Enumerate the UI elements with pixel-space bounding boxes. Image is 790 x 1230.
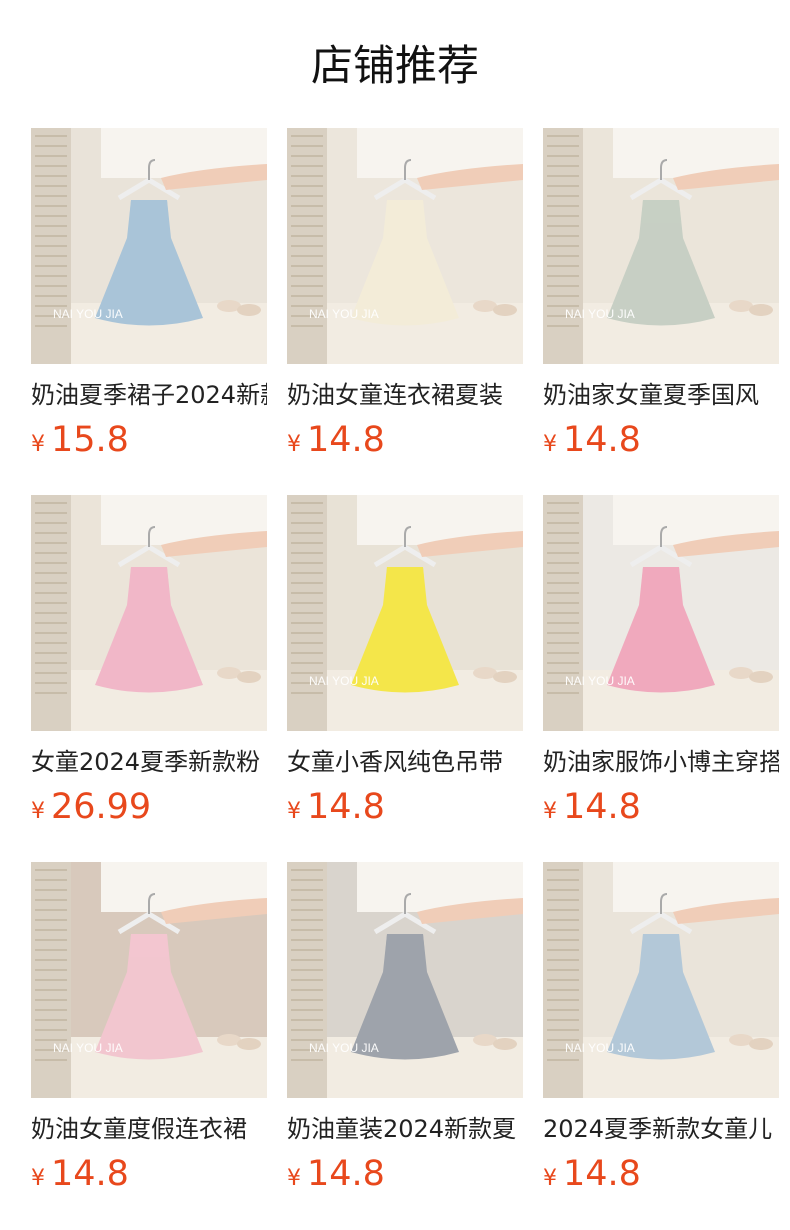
- product-price: ¥14.8: [543, 420, 779, 460]
- product-price: ¥14.8: [543, 1154, 779, 1194]
- price-value: 14.8: [563, 420, 641, 460]
- currency-symbol: ¥: [543, 432, 557, 457]
- watermark-text: NAI YOU JIA: [565, 1041, 635, 1055]
- price-value: 14.8: [563, 787, 641, 827]
- price-value: 26.99: [51, 787, 152, 827]
- product-image[interactable]: NAI YOU JIA: [287, 495, 523, 731]
- product-card[interactable]: NAI YOU JIA 奶油女童连衣裙夏装 ¥14.8: [287, 128, 523, 495]
- product-price: ¥26.99: [31, 787, 267, 827]
- watermark-text: NAI YOU JIA: [53, 307, 123, 321]
- page-title: 店铺推荐: [310, 41, 479, 90]
- product-grid: NAI YOU JIA 奶油夏季裙子2024新款 ¥15.8 NAI YOU JIA 奶…: [31, 128, 779, 1229]
- product-image[interactable]: NAI YOU JIA: [543, 862, 779, 1098]
- product-name[interactable]: 2024夏季新款女童儿: [543, 1114, 779, 1144]
- product-card[interactable]: NAI YOU JIA 2024夏季新款女童儿 ¥14.8: [543, 862, 779, 1229]
- product-image[interactable]: NAI YOU JIA: [31, 862, 267, 1098]
- price-value: 14.8: [51, 1154, 129, 1194]
- product-image[interactable]: NAI YOU JIA: [543, 495, 779, 731]
- price-value: 14.8: [307, 1154, 385, 1194]
- price-value: 14.8: [307, 787, 385, 827]
- currency-symbol: ¥: [287, 799, 301, 824]
- watermark-text: NAI YOU JIA: [309, 1041, 379, 1055]
- watermark-text: NAI YOU JIA: [53, 1041, 123, 1055]
- product-price: ¥15.8: [31, 420, 267, 460]
- product-price: ¥14.8: [287, 420, 523, 460]
- product-name[interactable]: 女童2024夏季新款粉: [31, 747, 267, 777]
- product-price: ¥14.8: [31, 1154, 267, 1194]
- watermark-text: NAI YOU JIA: [565, 674, 635, 688]
- price-value: 15.8: [51, 420, 129, 460]
- product-image[interactable]: NAI YOU JIA: [31, 128, 267, 364]
- product-price: ¥14.8: [543, 787, 779, 827]
- watermark-text: NAI YOU JIA: [565, 307, 635, 321]
- product-image[interactable]: NAI YOU JIA: [287, 128, 523, 364]
- currency-symbol: ¥: [543, 1166, 557, 1191]
- product-name[interactable]: 女童小香风纯色吊带: [287, 747, 523, 777]
- product-card[interactable]: NAI YOU JIA 奶油童装2024新款夏 ¥14.8: [287, 862, 523, 1229]
- product-image[interactable]: [31, 495, 267, 731]
- product-name[interactable]: 奶油家服饰小博主穿搭: [543, 747, 779, 777]
- currency-symbol: ¥: [31, 799, 45, 824]
- product-image[interactable]: NAI YOU JIA: [543, 128, 779, 364]
- currency-symbol: ¥: [287, 1166, 301, 1191]
- product-name[interactable]: 奶油家女童夏季国风: [543, 380, 779, 410]
- product-card[interactable]: NAI YOU JIA 女童小香风纯色吊带 ¥14.8: [287, 495, 523, 862]
- product-price: ¥14.8: [287, 787, 523, 827]
- product-card[interactable]: NAI YOU JIA 奶油女童度假连衣裙 ¥14.8: [31, 862, 267, 1229]
- product-name[interactable]: 奶油夏季裙子2024新款: [31, 380, 267, 410]
- product-card[interactable]: NAI YOU JIA 奶油家女童夏季国风 ¥14.8: [543, 128, 779, 495]
- watermark-text: NAI YOU JIA: [309, 307, 379, 321]
- price-value: 14.8: [563, 1154, 641, 1194]
- currency-symbol: ¥: [287, 432, 301, 457]
- watermark-text: NAI YOU JIA: [309, 674, 379, 688]
- product-image[interactable]: NAI YOU JIA: [287, 862, 523, 1098]
- product-price: ¥14.8: [287, 1154, 523, 1194]
- product-name[interactable]: 奶油女童连衣裙夏装: [287, 380, 523, 410]
- currency-symbol: ¥: [31, 432, 45, 457]
- product-name[interactable]: 奶油女童度假连衣裙: [31, 1114, 267, 1144]
- price-value: 14.8: [307, 420, 385, 460]
- product-card[interactable]: 女童2024夏季新款粉 ¥26.99: [31, 495, 267, 862]
- currency-symbol: ¥: [31, 1166, 45, 1191]
- product-name[interactable]: 奶油童装2024新款夏: [287, 1114, 523, 1144]
- currency-symbol: ¥: [543, 799, 557, 824]
- product-card[interactable]: NAI YOU JIA 奶油家服饰小博主穿搭 ¥14.8: [543, 495, 779, 862]
- product-card[interactable]: NAI YOU JIA 奶油夏季裙子2024新款 ¥15.8: [31, 128, 267, 495]
